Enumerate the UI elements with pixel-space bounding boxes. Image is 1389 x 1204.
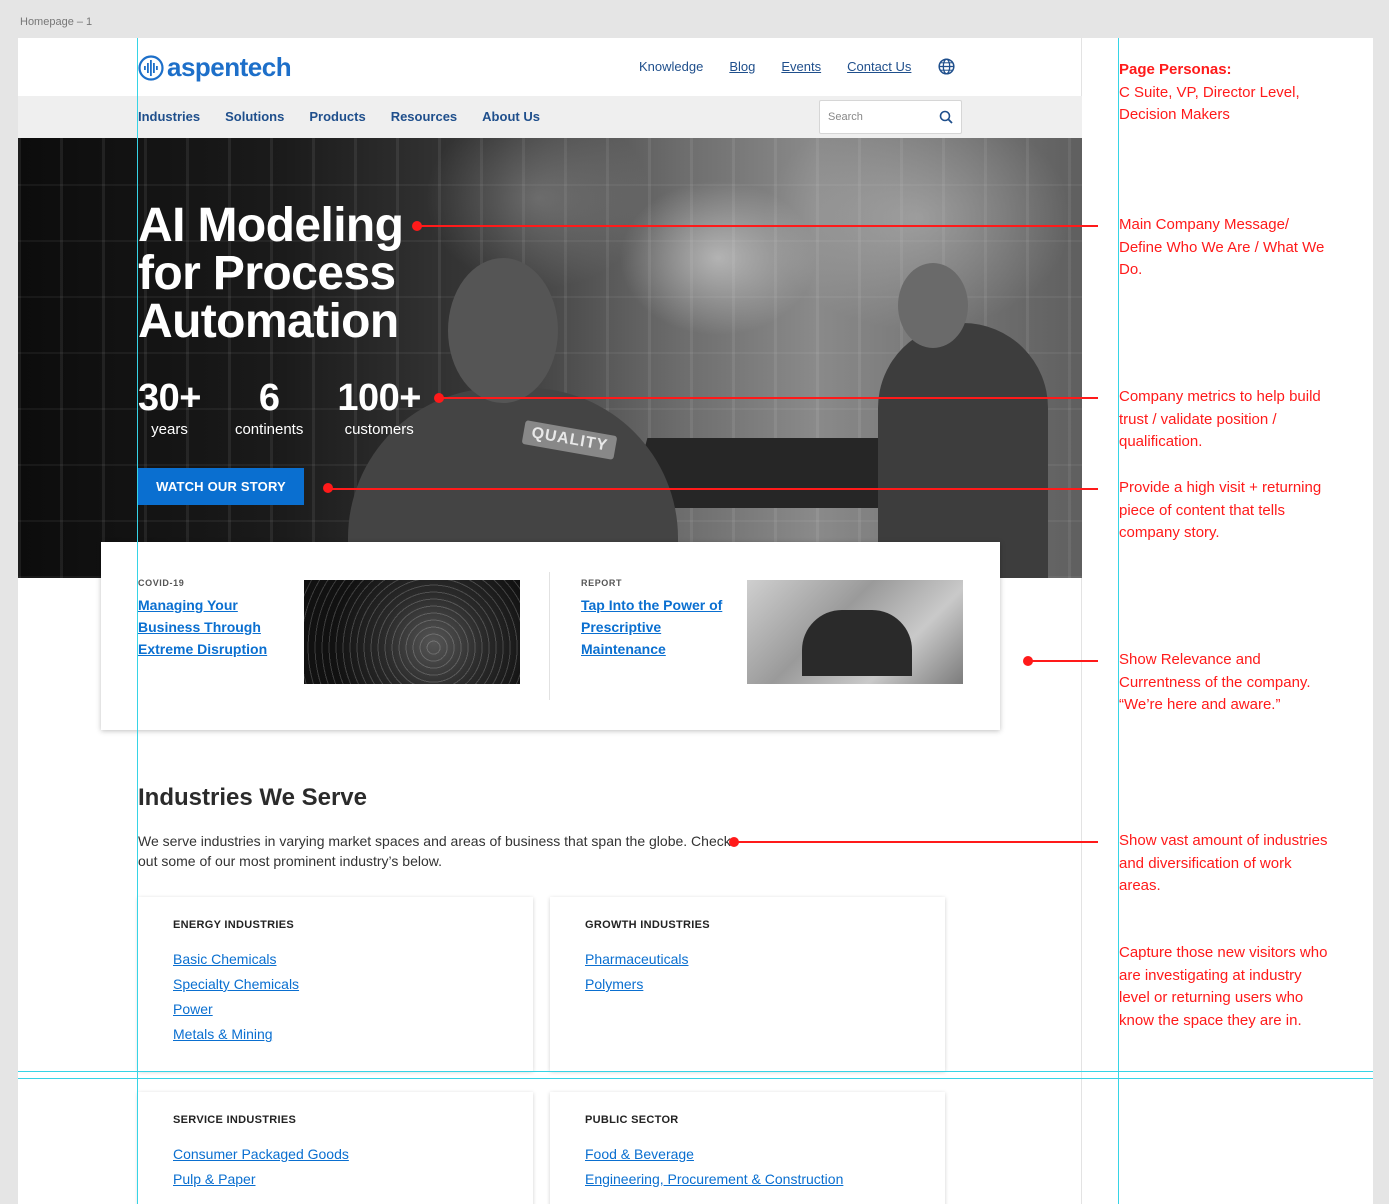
industries-title: Industries We Serve <box>138 784 367 811</box>
hero-banner: QUALITY AI Modeling for Process Automati… <box>18 138 1082 578</box>
annotation-story: Provide a high visit + returning piece o… <box>1119 479 1322 541</box>
annotation-personas-text: C Suite, VP, Director Level, Decision Ma… <box>1119 83 1300 124</box>
logo-mark-icon <box>138 54 164 81</box>
artboard-label: Homepage – 1 <box>20 16 93 28</box>
industry-link-pulp-paper[interactable]: Pulp & Paper <box>173 1171 256 1187</box>
feature-covid: COVID-19 Managing Your Business Through … <box>138 578 288 660</box>
industry-link-pharmaceuticals[interactable]: Pharmaceuticals <box>585 951 689 967</box>
search-box <box>819 100 962 134</box>
feature-link-covid[interactable]: Managing Your Business Through Extreme D… <box>138 594 288 660</box>
globe-icon[interactable] <box>938 58 955 80</box>
annotation-line <box>734 841 1098 843</box>
hero-photo-worker-1-head <box>448 258 558 403</box>
annotation-industries: Show vast amount of industries and diver… <box>1119 832 1328 894</box>
metric-continents: 6 continents <box>235 376 303 440</box>
industry-card-growth: GROWTH INDUSTRIES Pharmaceuticals Polyme… <box>550 897 945 1071</box>
industry-link-polymers[interactable]: Polymers <box>585 976 643 992</box>
industry-card-title: ENERGY INDUSTRIES <box>173 919 295 931</box>
homepage-mockup: aspentech Knowledge Blog Events Contact … <box>18 38 1082 1204</box>
main-nav-bar: Industries Solutions Products Resources … <box>18 96 1082 138</box>
hero-photo-worker-2 <box>878 323 1048 578</box>
industry-link-power[interactable]: Power <box>173 1001 213 1017</box>
annotation-line <box>328 488 1098 490</box>
annotation-visitors: Capture those new visitors who are inves… <box>1119 944 1328 1029</box>
search-icon[interactable] <box>939 110 953 129</box>
industry-card-title: SERVICE INDUSTRIES <box>173 1114 297 1126</box>
layout-guide-fold-bottom <box>18 1078 1373 1079</box>
nav-item-industries[interactable]: Industries <box>138 109 200 124</box>
annotation-line <box>1028 660 1098 662</box>
industry-card-title: PUBLIC SECTOR <box>585 1114 679 1126</box>
metric-years: 30+ years <box>138 376 201 440</box>
metric-value: 6 <box>258 377 280 419</box>
util-link-contact-us[interactable]: Contact Us <box>847 59 911 74</box>
layout-guide-fold-top <box>18 1071 1373 1072</box>
industry-card-service: SERVICE INDUSTRIES Consumer Packaged Goo… <box>138 1092 533 1204</box>
feature-image-report[interactable] <box>747 580 963 684</box>
industry-link-metals-mining[interactable]: Metals & Mining <box>173 1026 273 1042</box>
feature-tag: REPORT <box>581 578 623 588</box>
watch-our-story-button[interactable]: WATCH OUR STORY <box>138 468 304 505</box>
industry-card-title: GROWTH INDUSTRIES <box>585 919 710 931</box>
feature-tag: COVID-19 <box>138 578 185 588</box>
feature-report: REPORT Tap Into the Power of Prescriptiv… <box>581 578 731 660</box>
metric-label: customers <box>344 421 414 438</box>
industry-card-energy: ENERGY INDUSTRIES Basic Chemicals Specia… <box>138 897 533 1071</box>
industry-link-specialty-chemicals[interactable]: Specialty Chemicals <box>173 976 299 992</box>
logo-text: aspentech <box>167 52 292 82</box>
feature-link-report[interactable]: Tap Into the Power of Prescriptive Maint… <box>581 594 731 660</box>
util-link-blog[interactable]: Blog <box>729 59 755 74</box>
featured-content-card: COVID-19 Managing Your Business Through … <box>101 542 1000 730</box>
metric-value: 100+ <box>337 377 421 419</box>
hero-title: AI Modeling for Process Automation <box>138 199 404 348</box>
industry-link-basic-chemicals[interactable]: Basic Chemicals <box>173 951 276 967</box>
layout-guide-left <box>137 38 138 1204</box>
metric-value: 30+ <box>138 377 201 419</box>
industry-link-consumer-packaged-goods[interactable]: Consumer Packaged Goods <box>173 1146 349 1162</box>
industry-link-epc[interactable]: Engineering, Procurement & Construction <box>585 1171 843 1187</box>
utility-nav: Knowledge Blog Events Contact Us <box>639 59 937 74</box>
industry-card-public-sector: PUBLIC SECTOR Food & Beverage Engineerin… <box>550 1092 945 1204</box>
annotation-relevance: Show Relevance and Currentness of the co… <box>1119 651 1311 713</box>
industry-link-food-beverage[interactable]: Food & Beverage <box>585 1146 694 1162</box>
annotation-metrics: Company metrics to help build trust / va… <box>1119 388 1321 450</box>
annotation-main-message: Main Company Message/ Define Who We Are … <box>1119 216 1325 278</box>
nav-item-resources[interactable]: Resources <box>391 109 457 124</box>
util-link-knowledge[interactable]: Knowledge <box>639 59 703 74</box>
metric-label: continents <box>234 421 304 438</box>
hero-photo-worker-2-head <box>898 263 968 348</box>
annotation-personas-title: Page Personas: <box>1119 61 1232 78</box>
industries-description: We serve industries in varying market sp… <box>138 833 731 869</box>
search-input[interactable] <box>828 107 933 127</box>
nav-item-about-us[interactable]: About Us <box>482 109 540 124</box>
aspentech-logo[interactable]: aspentech <box>138 52 292 83</box>
nav-item-products[interactable]: Products <box>309 109 365 124</box>
metric-customers: 100+ customers <box>337 376 421 440</box>
card-divider <box>549 572 550 700</box>
metric-label: years <box>151 421 188 438</box>
feature-image-covid[interactable] <box>304 580 520 684</box>
annotation-line <box>418 225 1098 227</box>
annotation-personas: Page Personas: C Suite, VP, Director Lev… <box>1119 59 1334 127</box>
annotation-line <box>440 397 1098 399</box>
util-link-events[interactable]: Events <box>781 59 821 74</box>
company-metrics: 30+ years 6 continents 100+ customers <box>138 376 455 440</box>
nav-item-solutions[interactable]: Solutions <box>225 109 284 124</box>
